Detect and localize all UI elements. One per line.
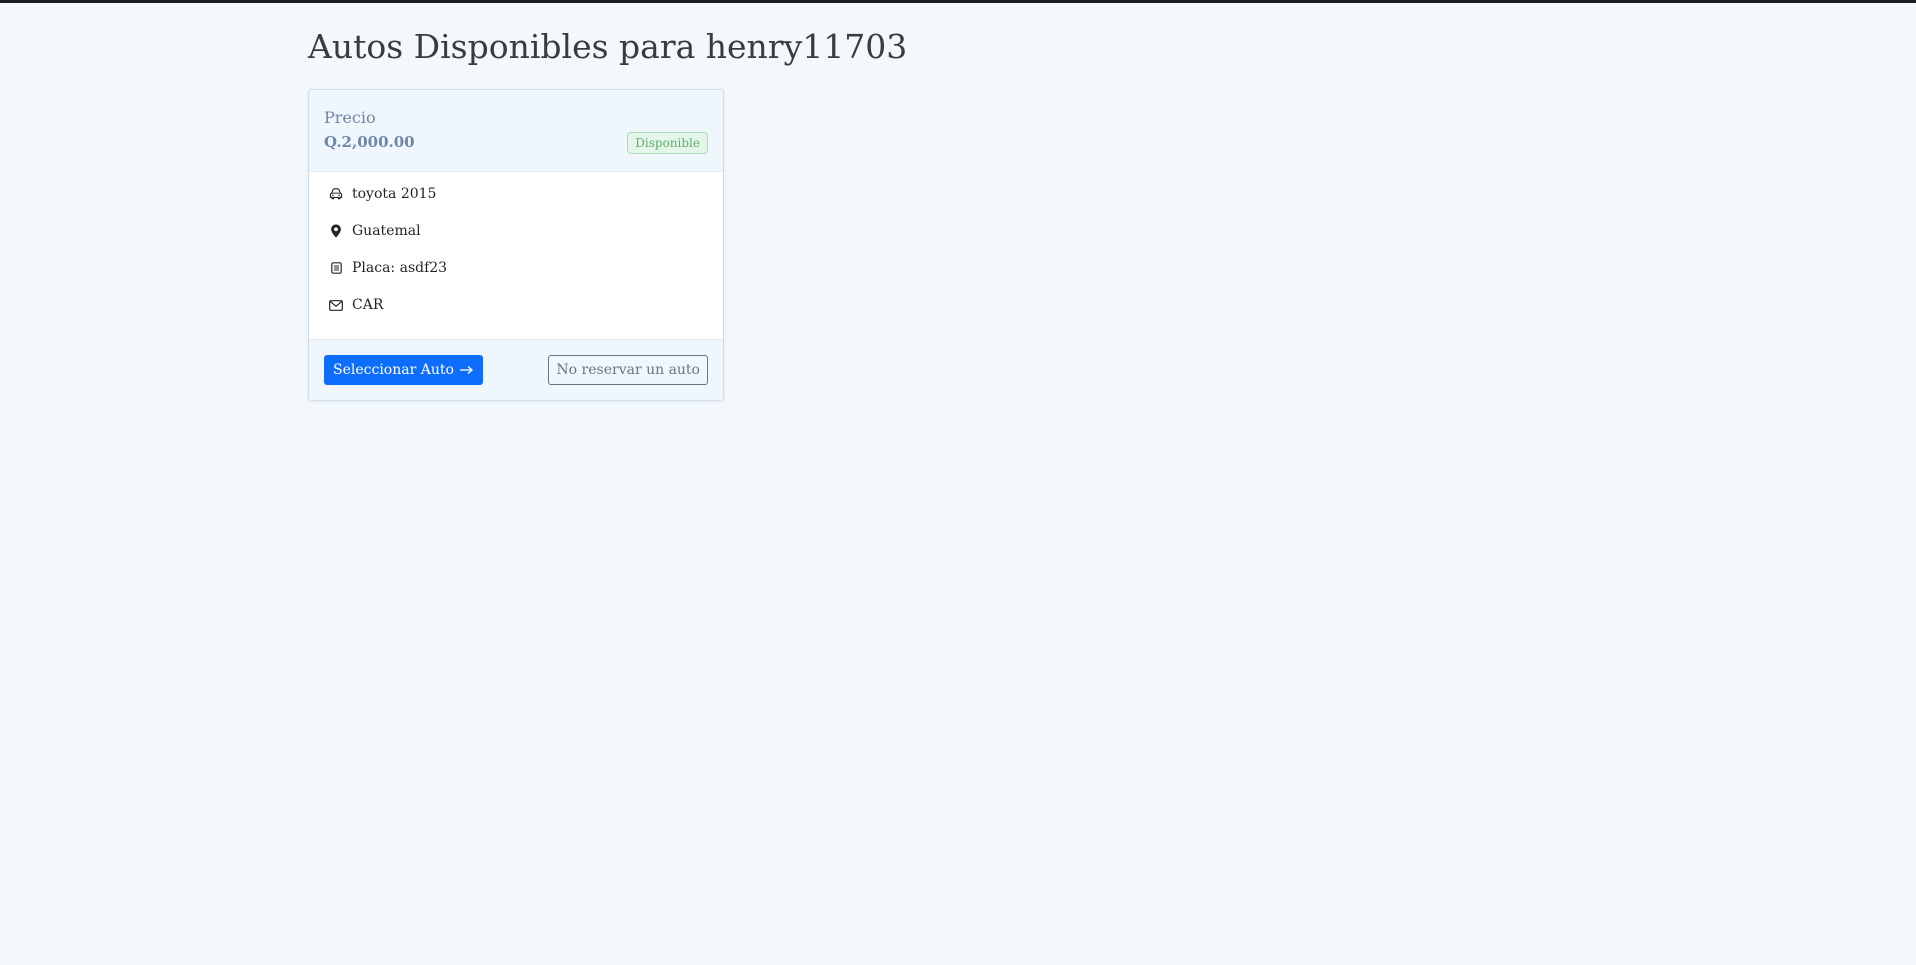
plate-icon bbox=[329, 261, 343, 275]
page-title: Autos Disponibles para henry11703 bbox=[308, 27, 908, 66]
select-car-label: Seleccionar Auto bbox=[333, 362, 454, 378]
location-row: Guatemal bbox=[329, 220, 421, 242]
select-car-button[interactable]: Seleccionar Auto bbox=[324, 355, 483, 385]
car-model-row: toyota 2015 bbox=[329, 183, 436, 205]
envelope-icon bbox=[329, 298, 343, 312]
arrow-right-icon bbox=[459, 365, 474, 375]
plate-row: Placa: asdf23 bbox=[329, 257, 447, 279]
car-card: Precio Q.2,000.00 Disponible toyota 2015 bbox=[308, 89, 724, 401]
location-text: Guatemal bbox=[352, 223, 421, 239]
page-content: Autos Disponibles para henry11703 Precio… bbox=[308, 22, 908, 401]
price-label: Precio bbox=[324, 108, 376, 127]
location-pin-icon bbox=[329, 224, 343, 238]
car-model-text: toyota 2015 bbox=[352, 186, 437, 202]
type-text: CAR bbox=[352, 297, 384, 313]
car-card-footer: Seleccionar Auto No reservar un auto bbox=[309, 339, 723, 400]
price-value: Q.2,000.00 bbox=[324, 133, 415, 151]
status-badge: Disponible bbox=[627, 132, 708, 154]
top-border bbox=[0, 0, 1916, 3]
car-card-header: Precio Q.2,000.00 Disponible bbox=[309, 90, 723, 172]
car-icon bbox=[329, 187, 343, 201]
plate-text: Placa: asdf23 bbox=[352, 260, 448, 276]
type-row: CAR bbox=[329, 294, 383, 316]
car-card-body: toyota 2015 Guatemal Placa: asdf23 CAR bbox=[309, 172, 723, 336]
no-reserve-button[interactable]: No reservar un auto bbox=[548, 355, 708, 385]
